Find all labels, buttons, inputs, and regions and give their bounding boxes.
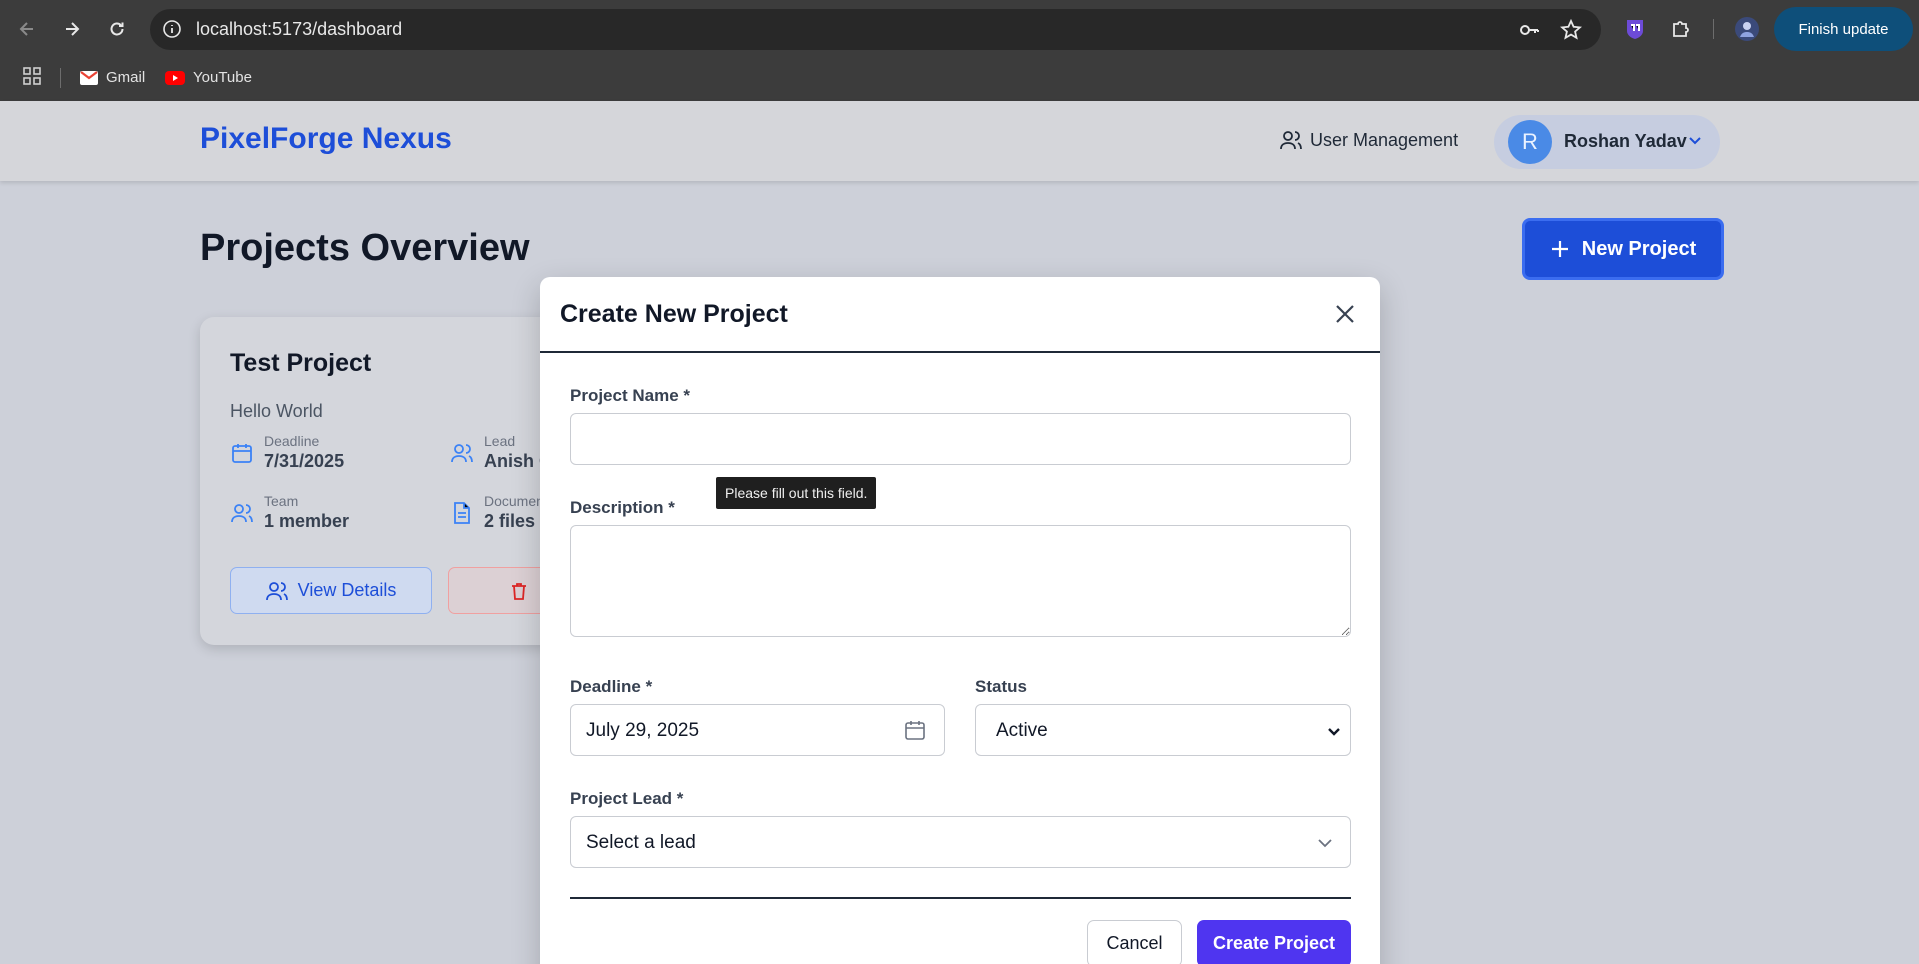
user-management-link[interactable]: User Management (1280, 129, 1458, 151)
extension-shield-icon[interactable] (1620, 14, 1650, 44)
bookmark-youtube[interactable]: YouTube (165, 69, 252, 86)
avatar: R (1508, 120, 1552, 164)
site-info-icon[interactable] (160, 17, 184, 41)
meta-label: Deadline (264, 433, 320, 449)
user-management-label: User Management (1310, 129, 1459, 150)
close-icon (1336, 305, 1354, 323)
app-header: PixelForge Nexus User Management R Rosha… (0, 101, 1919, 181)
cancel-button[interactable]: Cancel (1087, 920, 1182, 964)
bookmarks-bar: Gmail YouTube (0, 57, 1919, 101)
status-value: Active (996, 720, 1048, 741)
create-project-modal: Create New Project Project Name * Please… (540, 277, 1380, 964)
back-button[interactable] (12, 14, 42, 44)
browser-chrome: localhost:5173/dashboard Finish update G… (0, 0, 1919, 101)
finish-update-button[interactable]: Finish update (1774, 7, 1913, 51)
trash-icon (512, 582, 526, 600)
users-icon (451, 444, 473, 463)
apps-grid-icon[interactable] (22, 66, 42, 86)
back-arrow-icon (19, 22, 33, 36)
modal-divider (540, 351, 1380, 353)
new-project-button[interactable]: New Project (1522, 218, 1724, 280)
app-page: PixelForge Nexus User Management R Rosha… (0, 101, 1919, 964)
reload-icon (110, 22, 124, 36)
url-text: localhost:5173/dashboard (196, 19, 403, 39)
create-project-button[interactable]: Create Project (1197, 920, 1351, 964)
project-title: Test Project (230, 349, 372, 377)
toolbar-separator (1713, 19, 1714, 39)
description-textarea[interactable] (570, 525, 1351, 637)
project-lead-select[interactable]: Select a lead (570, 816, 1351, 868)
meta-label: Team (264, 493, 299, 509)
lead-meta: Lead Anish G (450, 433, 553, 472)
modal-footer-divider (570, 897, 1351, 899)
view-details-label: View Details (297, 580, 397, 600)
deadline-value: July 29, 2025 (586, 720, 700, 741)
deadline-meta: Deadline 7/31/2025 (230, 433, 344, 472)
calendar-icon[interactable] (903, 718, 927, 742)
bookmark-label: Gmail (106, 69, 146, 86)
new-project-label: New Project (1581, 237, 1697, 260)
chevron-down-icon (1318, 839, 1332, 848)
project-description: Hello World (230, 401, 323, 421)
page-title: Projects Overview (200, 227, 530, 269)
browser-toolbar: localhost:5173/dashboard Finish update (0, 0, 1919, 57)
calendar-icon (232, 444, 252, 463)
team-meta: Team 1 member (230, 493, 349, 532)
description-label: Description * (570, 498, 675, 517)
chevron-down-icon (1328, 728, 1340, 736)
user-name: Roshan Yadav (1564, 131, 1687, 151)
youtube-icon (165, 70, 185, 85)
reload-button[interactable] (102, 14, 132, 44)
status-select[interactable]: Active (975, 704, 1351, 756)
users-icon (231, 504, 253, 523)
plus-icon (1551, 241, 1568, 257)
project-name-input[interactable] (570, 413, 1351, 465)
status-label: Status (975, 677, 1027, 696)
users-icon (265, 581, 288, 600)
forward-arrow-icon (66, 22, 80, 36)
project-name-label: Project Name * (570, 386, 690, 405)
extensions-puzzle-icon[interactable] (1666, 14, 1696, 44)
bookmark-label: YouTube (193, 69, 252, 86)
bookmark-star-icon[interactable] (1558, 17, 1584, 43)
address-bar[interactable]: localhost:5173/dashboard (150, 9, 1601, 50)
close-button[interactable] (1330, 299, 1360, 329)
validation-tooltip: Please fill out this field. (716, 477, 877, 509)
brand-logo[interactable]: PixelForge Nexus (200, 122, 452, 156)
forward-button[interactable] (57, 14, 87, 44)
meta-value: 1 member (264, 511, 350, 531)
password-key-icon[interactable] (1516, 17, 1542, 43)
deadline-date-input[interactable]: July 29, 2025 (570, 704, 945, 756)
profile-avatar-icon[interactable] (1732, 14, 1762, 44)
view-details-button[interactable]: View Details (230, 567, 432, 614)
gmail-icon (80, 70, 98, 85)
modal-title: Create New Project (560, 300, 788, 328)
bookmarks-separator (60, 68, 61, 88)
users-icon (1280, 131, 1302, 150)
deadline-label: Deadline * (570, 677, 653, 696)
chevron-down-icon (1689, 137, 1701, 145)
project-lead-placeholder: Select a lead (586, 832, 696, 853)
document-icon (454, 502, 470, 524)
meta-value: 7/31/2025 (264, 451, 345, 471)
project-lead-label: Project Lead * (570, 789, 684, 808)
bookmark-gmail[interactable]: Gmail (80, 69, 145, 86)
user-menu[interactable]: R Roshan Yadav (1494, 115, 1720, 169)
